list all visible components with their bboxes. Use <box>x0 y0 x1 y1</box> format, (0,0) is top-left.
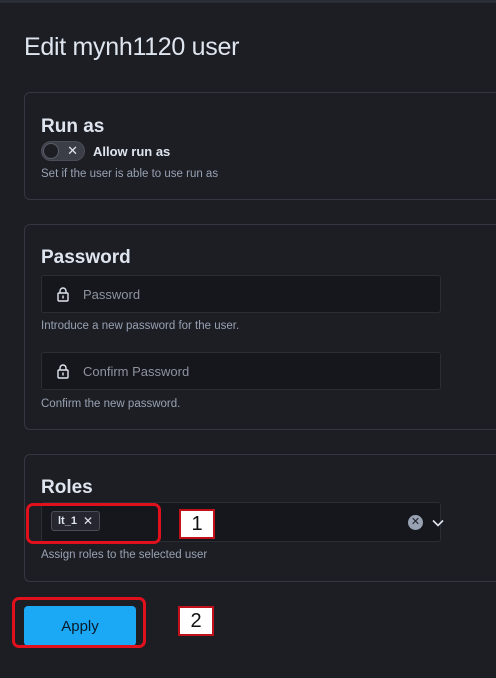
annotation-marker-1: 1 <box>179 509 215 539</box>
switch-knob <box>43 143 59 159</box>
confirm-password-placeholder: Confirm Password <box>83 363 190 379</box>
allow-run-as-switch[interactable]: ✕ <box>41 141 85 161</box>
lock-icon <box>57 364 69 379</box>
annotation-highlight-apply <box>12 597 146 648</box>
confirm-password-help: Confirm the new password. <box>41 398 181 410</box>
run-as-title: Run as <box>41 116 105 137</box>
switch-off-icon: ✕ <box>67 143 78 158</box>
password-panel: Password Password Introduce a new passwo… <box>24 224 496 430</box>
top-divider <box>0 0 496 3</box>
confirm-password-input[interactable]: Confirm Password <box>41 352 441 390</box>
lock-icon <box>57 287 69 302</box>
run-as-help: Set if the user is able to use run as <box>41 168 219 180</box>
roles-help: Assign roles to the selected user <box>41 549 208 561</box>
run-as-panel: Run as ✕ Allow run as Set if the user is… <box>24 92 496 200</box>
password-help: Introduce a new password for the user. <box>41 320 240 332</box>
chevron-down-icon[interactable] <box>431 516 445 530</box>
password-title: Password <box>41 247 131 268</box>
annotation-highlight-roles <box>26 503 161 544</box>
page-title: Edit mynh1120 user <box>24 33 240 61</box>
allow-run-as-toggle-row[interactable]: ✕ Allow run as <box>41 141 170 161</box>
annotation-marker-2: 2 <box>178 606 214 636</box>
clear-icon[interactable]: ✕ <box>408 515 423 530</box>
password-input[interactable]: Password <box>41 275 441 313</box>
roles-title: Roles <box>41 477 93 498</box>
allow-run-as-label: Allow run as <box>93 143 171 159</box>
password-placeholder: Password <box>83 286 141 302</box>
